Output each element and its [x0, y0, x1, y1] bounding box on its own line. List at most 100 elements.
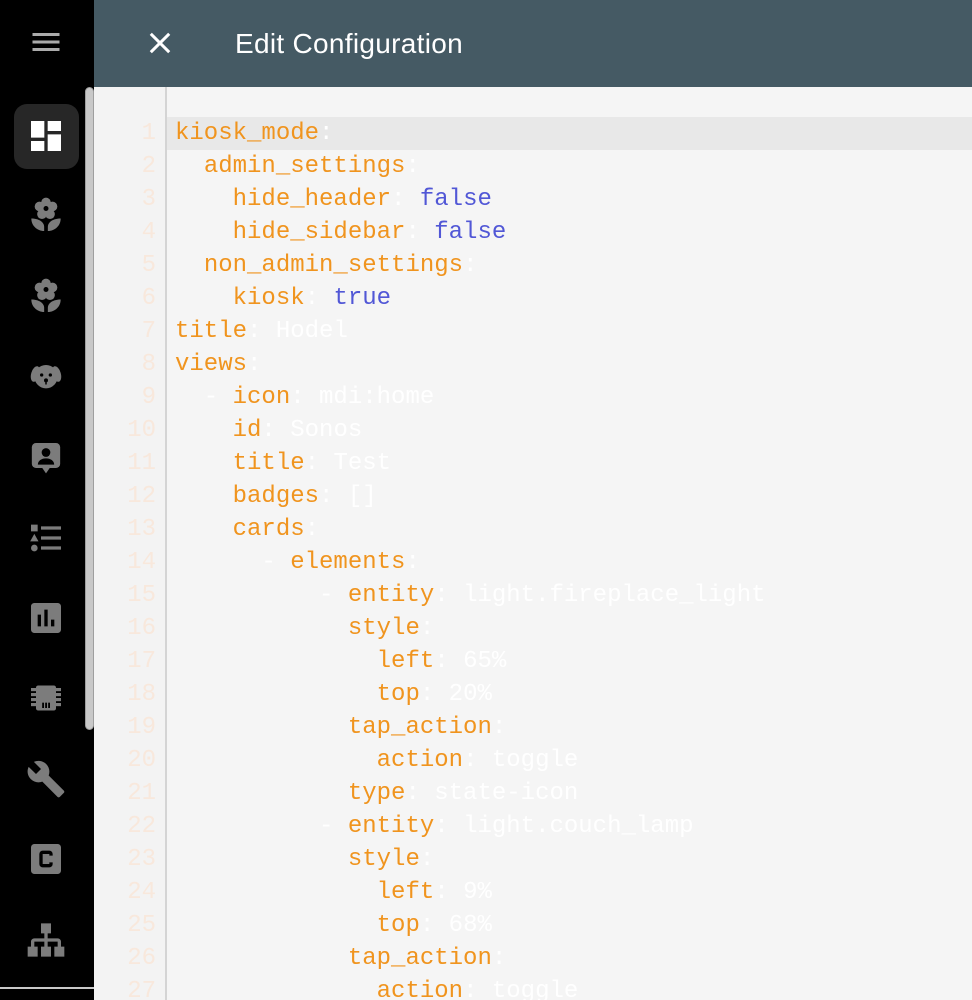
line-content[interactable]: title: Hodel [167, 315, 972, 348]
sidebar-scrollbar-thumb[interactable] [85, 87, 94, 730]
line-number: 24 [127, 879, 156, 906]
line-number: 19 [127, 714, 156, 741]
code-line-25[interactable]: 25 top: 68% [94, 909, 972, 942]
line-content[interactable]: left: 65% [167, 645, 972, 678]
sidebar-item-c-box[interactable] [26, 839, 66, 879]
code-line-20[interactable]: 20 action: toggle [94, 744, 972, 777]
line-content[interactable]: badges: [] [167, 480, 972, 513]
line-content[interactable]: admin_settings: [167, 150, 972, 183]
code-line-11[interactable]: 11 title: Test [94, 447, 972, 480]
code-line-24[interactable]: 24 left: 9% [94, 876, 972, 909]
code-line-19[interactable]: 19 tap_action: [94, 711, 972, 744]
line-content[interactable]: kiosk_mode: [167, 117, 972, 150]
line-content[interactable]: - entity: light.fireplace_light [167, 579, 972, 612]
sidebar-item-list[interactable] [26, 518, 66, 558]
line-content[interactable]: type: state-icon [167, 777, 972, 810]
sidebar-item-network[interactable] [26, 920, 66, 960]
line-number: 25 [127, 912, 156, 939]
alpha-c-box-icon [31, 844, 61, 874]
wrench-icon [27, 760, 65, 798]
line-number: 11 [127, 450, 156, 477]
line-number: 6 [141, 285, 156, 312]
line-number: 15 [127, 582, 156, 609]
line-content[interactable]: id: Sonos [167, 414, 972, 447]
line-content[interactable]: top: 20% [167, 678, 972, 711]
line-content[interactable]: views: [167, 348, 972, 381]
code-line-17[interactable]: 17 left: 65% [94, 645, 972, 678]
code-line-12[interactable]: 12 badges: [] [94, 480, 972, 513]
line-number: 23 [127, 846, 156, 873]
line-content[interactable]: left: 9% [167, 876, 972, 909]
sidebar-divider [0, 987, 94, 989]
code-line-26[interactable]: 26 tap_action: [94, 942, 972, 975]
line-number: 13 [127, 516, 156, 543]
sidebar-item-dashboard[interactable] [26, 116, 66, 156]
close-button[interactable] [143, 26, 177, 60]
line-content[interactable]: title: Test [167, 447, 972, 480]
line-content[interactable]: style: [167, 612, 972, 645]
code-line-4[interactable]: 4 hide_sidebar: false [94, 216, 972, 249]
code-line-7[interactable]: 7 title: Hodel [94, 315, 972, 348]
line-number: 20 [127, 747, 156, 774]
line-content[interactable]: hide_header: false [167, 183, 972, 216]
sidebar-item-statistics[interactable] [26, 598, 66, 638]
line-content[interactable]: style: [167, 843, 972, 876]
code-line-14[interactable]: 14 - elements: [94, 546, 972, 579]
line-number: 22 [127, 813, 156, 840]
sidebar-item-flower-2[interactable] [26, 277, 66, 317]
sitemap-icon [27, 923, 65, 957]
line-number: 12 [127, 483, 156, 510]
line-content[interactable]: top: 68% [167, 909, 972, 942]
yaml-editor[interactable]: 1 kiosk_mode: 2 admin_settings: 3 hide_head… [94, 87, 972, 1000]
code-line-10[interactable]: 10 id: Sonos [94, 414, 972, 447]
code-line-15[interactable]: 15 - entity: light.fireplace_light [94, 579, 972, 612]
code-line-6[interactable]: 6 kiosk: true [94, 282, 972, 315]
line-content[interactable]: non_admin_settings: [167, 249, 972, 282]
sidebar-item-dog[interactable] [26, 357, 66, 397]
sidebar-item-tools[interactable] [26, 759, 66, 799]
page-title: Edit Configuration [235, 27, 463, 59]
line-content[interactable]: hide_sidebar: false [167, 216, 972, 249]
line-content[interactable]: tap_action: [167, 711, 972, 744]
account-comment-box-icon [31, 443, 61, 474]
line-content[interactable]: action: toggle [167, 975, 972, 1000]
chart-box-icon [31, 603, 61, 633]
line-number: 18 [127, 681, 156, 708]
line-number: 7 [141, 318, 156, 345]
line-content[interactable]: - elements: [167, 546, 972, 579]
code-line-23[interactable]: 23 style: [94, 843, 972, 876]
code-line-5[interactable]: 5 non_admin_settings: [94, 249, 972, 282]
line-number: 14 [127, 549, 156, 576]
format-list-bulleted-type-icon [30, 524, 61, 552]
line-content[interactable]: cards: [167, 513, 972, 546]
code-line-16[interactable]: 16 style: [94, 612, 972, 645]
code-line-27[interactable]: 27 action: toggle [94, 975, 972, 1000]
flower-icon [31, 197, 61, 231]
view-dashboard-icon [31, 121, 61, 151]
line-content[interactable]: kiosk: true [167, 282, 972, 315]
dog-icon [30, 365, 62, 389]
code-line-21[interactable]: 21 type: state-icon [94, 777, 972, 810]
line-content[interactable]: - icon: mdi:home [167, 381, 972, 414]
line-number: 2 [141, 153, 156, 180]
sidebar-item-chip[interactable] [26, 678, 66, 718]
code-line-13[interactable]: 13 cards: [94, 513, 972, 546]
line-content[interactable]: tap_action: [167, 942, 972, 975]
line-content[interactable]: - entity: light.couch_lamp [167, 810, 972, 843]
line-number: 9 [141, 384, 156, 411]
line-number: 5 [141, 252, 156, 279]
code-line-2[interactable]: 2 admin_settings: [94, 150, 972, 183]
sidebar-menu-button[interactable] [28, 24, 64, 60]
code-lines: 1 kiosk_mode: 2 admin_settings: 3 hide_head… [94, 117, 972, 1000]
code-line-1[interactable]: 1 kiosk_mode: [94, 117, 972, 150]
line-number: 17 [127, 648, 156, 675]
line-content[interactable]: action: toggle [167, 744, 972, 777]
sidebar-item-person[interactable] [26, 438, 66, 478]
code-line-9[interactable]: 9 - icon: mdi:home [94, 381, 972, 414]
chip-icon [31, 685, 61, 711]
code-line-22[interactable]: 22 - entity: light.couch_lamp [94, 810, 972, 843]
code-line-3[interactable]: 3 hide_header: false [94, 183, 972, 216]
sidebar-item-flower-1[interactable] [26, 196, 66, 236]
code-line-18[interactable]: 18 top: 20% [94, 678, 972, 711]
code-line-8[interactable]: 8 views: [94, 348, 972, 381]
